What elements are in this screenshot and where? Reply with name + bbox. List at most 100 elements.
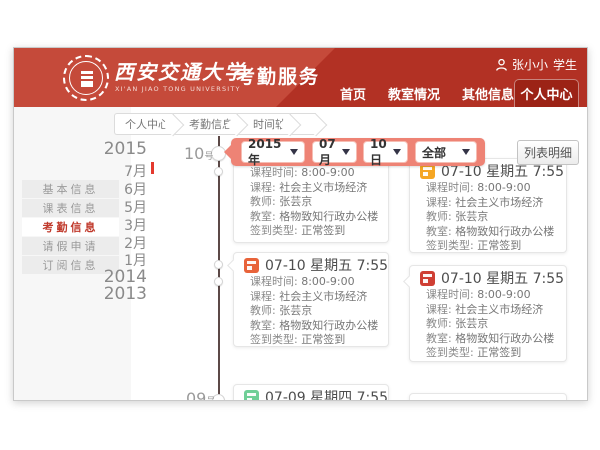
- field-label: 课程时间:: [250, 275, 298, 288]
- field-label: 教师:: [426, 210, 452, 223]
- attendance-card-bottom-left: 07-09 星期四 7:55: [233, 384, 389, 401]
- university-name-en: XI'AN JIAO TONG UNIVERSITY: [115, 85, 241, 93]
- field-label: 教室:: [426, 332, 452, 345]
- day-number: 10: [184, 144, 204, 163]
- university-logo: [63, 55, 109, 101]
- nav-tab-personal-center[interactable]: 个人中心: [514, 79, 579, 107]
- field-value: 正常签到: [477, 239, 521, 252]
- person-icon: [496, 59, 507, 71]
- field-label: 签到类型:: [426, 346, 474, 359]
- field-label: 教师:: [426, 317, 452, 330]
- current-month-marker: [151, 162, 154, 174]
- field-value: 格物致知行政办公楼: [455, 225, 554, 238]
- field-label: 课程:: [250, 181, 276, 194]
- field-value: 8:00-9:00: [301, 275, 354, 288]
- attendance-card-right-mid: 07-10 星期五 7:55 课程时间: 8:00-9:00 课程: 社会主义市…: [409, 265, 567, 362]
- category-select[interactable]: 全部: [415, 141, 477, 163]
- field-value: 社会主义市场经济: [279, 290, 367, 303]
- field-label: 签到类型:: [250, 224, 298, 237]
- card-header: 07-09 星期四 7:55: [244, 389, 378, 401]
- chevron-down-icon: [393, 149, 401, 155]
- field-value: 格物致知行政办公楼: [279, 319, 378, 332]
- timeline-entry-may[interactable]: 5月: [69, 197, 147, 217]
- day-suffix: 号: [204, 152, 213, 162]
- timeline-entry-2013[interactable]: 2013: [69, 284, 147, 304]
- card-fields: 课程时间: 8:00-9:00 课程: 社会主义市场经济 教师: 张芸京 教室:…: [420, 181, 556, 254]
- field-label: 签到类型:: [426, 239, 474, 252]
- card-date: 07-10 星期五 7:55: [265, 255, 388, 275]
- timeline-dot-small: [214, 277, 223, 286]
- field-label: 课程时间:: [426, 181, 474, 194]
- field-label: 签到类型:: [250, 333, 298, 346]
- day-select[interactable]: 10日: [363, 141, 408, 163]
- field-value: 社会主义市场经济: [279, 181, 367, 194]
- card-header: 07-10 星期五 7:55: [420, 270, 556, 286]
- chevron-down-icon: [290, 149, 298, 155]
- field-value: 张芸京: [279, 195, 312, 208]
- field-label: 课程:: [426, 196, 452, 209]
- card-fields: 课程时间: 8:00-9:00 课程: 社会主义市场经济 教师: 张芸京 教室:…: [244, 166, 378, 239]
- chevron-down-icon: [462, 149, 470, 155]
- timeline-entry-jul[interactable]: 7月: [69, 161, 147, 181]
- timeline-dot-small: [214, 167, 223, 176]
- field-value: 8:00-9:00: [477, 288, 530, 301]
- field-value: 社会主义市场经济: [455, 196, 543, 209]
- day-label-09: 09号: [186, 389, 215, 401]
- calendar-icon: [420, 271, 435, 286]
- field-label: 课程时间:: [250, 166, 298, 179]
- attendance-card-bottom-right-partial: [409, 393, 567, 401]
- main-nav: 首页 教室情况 其他信息: [340, 84, 514, 103]
- app-window: 西安交通大学 XI'AN JIAO TONG UNIVERSITY 考勤服务 张…: [13, 47, 588, 401]
- field-label: 课程:: [250, 290, 276, 303]
- user-role: 学生: [553, 56, 577, 73]
- university-logo-emblem-icon: [81, 71, 93, 87]
- card-date: 07-10 星期五 7:55: [441, 268, 564, 288]
- field-value: 张芸京: [455, 210, 488, 223]
- month-select[interactable]: 07月: [312, 141, 357, 163]
- day-suffix: 号: [206, 397, 215, 401]
- field-value: 张芸京: [279, 304, 312, 317]
- card-header: 07-10 星期五 7:55: [244, 257, 378, 273]
- attendance-card-left-mid: 07-10 星期五 7:55 课程时间: 8:00-9:00 课程: 社会主义市…: [233, 252, 389, 347]
- breadcrumb-item-personal-center[interactable]: 个人中心: [114, 113, 173, 135]
- list-detail-button[interactable]: 列表明细: [517, 140, 579, 165]
- card-fields: 课程时间: 8:00-9:00 课程: 社会主义市场经济 教师: 张芸京 教室:…: [244, 275, 378, 348]
- year-select-value: 2015年: [248, 137, 286, 168]
- field-value: 正常签到: [477, 346, 521, 359]
- card-fields: 课程时间: 8:00-9:00 课程: 社会主义市场经济 教师: 张芸京 教室:…: [420, 288, 556, 361]
- field-value: 正常签到: [301, 333, 345, 346]
- timeline-dot-small: [214, 260, 223, 269]
- field-label: 教室:: [250, 319, 276, 332]
- breadcrumb: 个人中心 考勤信息 时间轴: [114, 113, 316, 135]
- header: 西安交通大学 XI'AN JIAO TONG UNIVERSITY 考勤服务 张…: [14, 48, 588, 107]
- field-value: 社会主义市场经济: [455, 303, 543, 316]
- chevron-down-icon: [342, 149, 350, 155]
- field-label: 教师:: [250, 304, 276, 317]
- field-label: 教室:: [426, 225, 452, 238]
- nav-item-other[interactable]: 其他信息: [462, 84, 514, 103]
- card-date: 07-09 星期四 7:55: [265, 387, 388, 401]
- calendar-icon: [244, 258, 259, 273]
- field-label: 教师:: [250, 195, 276, 208]
- user-info[interactable]: 张小小 学生: [496, 56, 577, 73]
- timeline-entry-2015[interactable]: 2015: [69, 139, 147, 159]
- nav-item-classrooms[interactable]: 教室情况: [388, 84, 440, 103]
- field-value: 张芸京: [455, 317, 488, 330]
- timeline-entry-mar[interactable]: 3月: [69, 215, 147, 235]
- month-select-value: 07月: [319, 137, 338, 168]
- timeline-entry-jun[interactable]: 6月: [69, 179, 147, 199]
- field-label: 教室:: [250, 210, 276, 223]
- attendance-card-right-top: 07-10 星期五 7:55 课程时间: 8:00-9:00 课程: 社会主义市…: [409, 158, 567, 253]
- university-logo-inner-ring: [69, 61, 103, 95]
- nav-item-home[interactable]: 首页: [340, 84, 366, 103]
- day-select-value: 10日: [370, 137, 389, 168]
- field-value: 格物致知行政办公楼: [279, 210, 378, 223]
- field-value: 8:00-9:00: [301, 166, 354, 179]
- field-label: 课程时间:: [426, 288, 474, 301]
- field-value: 8:00-9:00: [477, 181, 530, 194]
- category-select-value: 全部: [422, 144, 446, 161]
- card-pointer: [227, 259, 240, 272]
- timeline-axis: [218, 136, 221, 401]
- field-value: 正常签到: [301, 224, 345, 237]
- year-select[interactable]: 2015年: [241, 141, 305, 163]
